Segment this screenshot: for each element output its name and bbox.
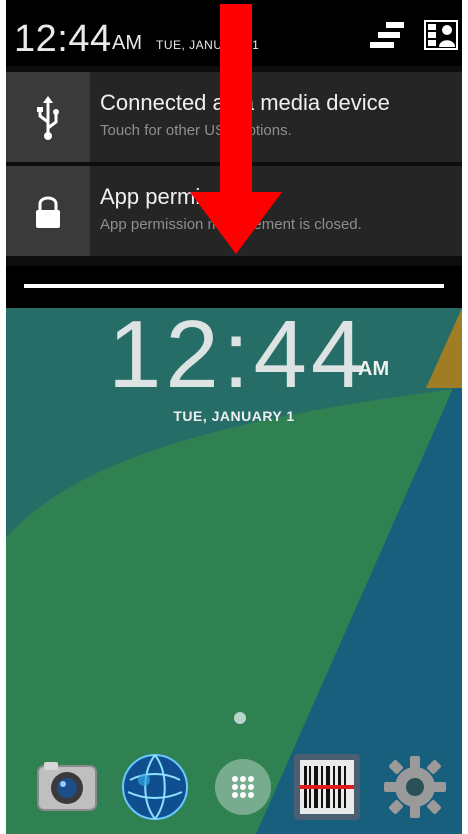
sliders-icon[interactable] [368, 20, 406, 50]
screen: 12:44 AM TUE, JANUARY 1 12:44 AM TUE, JA… [0, 0, 468, 834]
settings-gear-icon[interactable] [380, 752, 450, 822]
status-ampm: AM [112, 32, 142, 54]
app-drawer-icon[interactable] [208, 752, 278, 822]
usb-icon [6, 72, 90, 162]
user-grid-icon[interactable] [424, 20, 458, 50]
status-time: 12:44 [14, 18, 112, 60]
drag-handle-bar[interactable] [24, 284, 444, 288]
shade-drag-handle[interactable] [6, 266, 462, 308]
home-clock-date: TUE, JANUARY 1 [173, 408, 295, 424]
camera-icon[interactable] [32, 752, 102, 822]
lock-icon [6, 166, 90, 256]
home-clock-ampm: AM [358, 358, 390, 380]
swipe-down-arrow-icon [190, 4, 282, 254]
dock [6, 738, 462, 834]
home-clock-time: 12:44 [108, 308, 369, 408]
browser-globe-icon[interactable] [120, 752, 190, 822]
home-screen: 12:44 AM TUE, JANUARY 1 [0, 308, 468, 834]
barcode-scanner-icon[interactable] [292, 752, 362, 822]
page-indicator-dot [234, 712, 246, 724]
